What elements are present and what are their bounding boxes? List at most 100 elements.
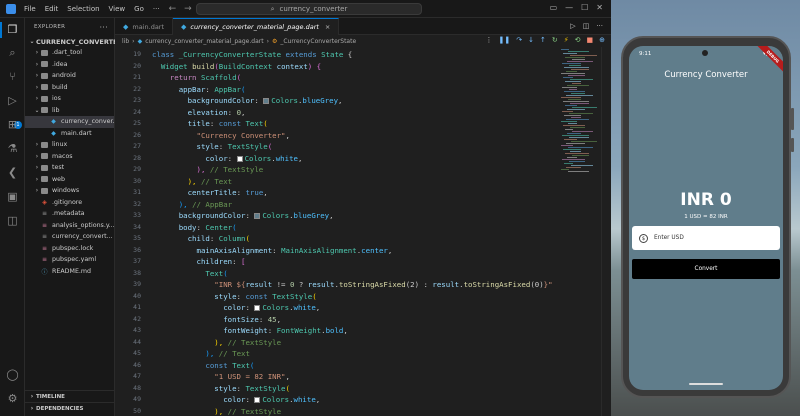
editor-scrollbar[interactable] [601, 47, 611, 416]
explorer-more-icon[interactable]: ··· [99, 23, 108, 32]
remote-explorer-icon[interactable]: ▣ [6, 190, 19, 203]
tree-item[interactable]: ◈ .gitignore [25, 197, 114, 209]
minimap[interactable] [559, 47, 597, 177]
volume-button[interactable] [791, 108, 794, 130]
tree-item[interactable]: › android [25, 70, 114, 82]
tree-item[interactable]: ≡ currency_convert... [25, 231, 114, 243]
color-swatch-icon[interactable] [254, 305, 261, 311]
dependencies-section[interactable]: › DEPENDENCIES [25, 402, 115, 414]
code-line: centerTitle: true, [187, 188, 268, 197]
settings-gear-icon[interactable]: ⚙ [6, 392, 19, 405]
tree-item[interactable]: › linux [25, 139, 114, 151]
step-out-icon[interactable]: ↑ [540, 36, 546, 44]
line-number: 34 [133, 222, 141, 231]
hot-reload-icon[interactable]: ⚡ [564, 36, 569, 44]
tree-item[interactable]: › build [25, 82, 114, 94]
line-number: 31 [133, 188, 141, 196]
maximize-icon[interactable]: ☐ [581, 3, 588, 12]
breadcrumb-file[interactable]: currency_converter_material_page.dart [145, 38, 263, 45]
minimap-line [567, 61, 593, 62]
minimize-icon[interactable]: — [565, 3, 573, 12]
tab-currency-converter-page[interactable]: ◆ currency_converter_material_page.dart … [173, 18, 340, 35]
color-swatch-icon[interactable] [254, 213, 261, 219]
line-number: 20 [133, 61, 141, 70]
tree-item[interactable]: › web [25, 174, 114, 186]
split-editor-icon[interactable]: ◫ [583, 22, 590, 30]
step-into-icon[interactable]: ↓ [528, 36, 534, 44]
menu-go[interactable]: Go [134, 5, 144, 13]
code-editor[interactable]: 19 20 21 22 23 24 25 26 27 28 29 30 31 32 33 34 35 36 37 38… [115, 47, 611, 416]
hot-restart-icon[interactable]: ⟲ [575, 36, 581, 44]
project-root[interactable]: ⌄ CURRENCY_CONVERTER [25, 36, 122, 47]
status-time: 9:11 [639, 50, 652, 57]
color-swatch-icon[interactable] [263, 98, 270, 104]
explorer-icon[interactable]: ❐ [6, 23, 19, 36]
minimap-line [564, 115, 581, 116]
extensions-icon[interactable]: ⊞ [6, 118, 19, 131]
tree-item[interactable]: ≡ .metadata [25, 208, 114, 220]
minimap-line [569, 113, 593, 114]
more-actions-icon[interactable]: ··· [596, 22, 603, 30]
run-file-icon[interactable]: ▷ [570, 22, 575, 30]
pause-icon[interactable]: ❚❚ [498, 36, 510, 44]
breadcrumb-folder[interactable]: lib [122, 38, 129, 45]
back-arrow-icon[interactable]: ← [169, 4, 177, 14]
forward-arrow-icon[interactable]: → [184, 4, 192, 14]
menu-edit[interactable]: Edit [45, 5, 59, 13]
source-control-icon[interactable]: ⑂ [6, 70, 19, 83]
tree-item[interactable]: ◆ currency_conver... [25, 116, 114, 128]
search-view-icon[interactable]: ⌕ [6, 46, 19, 59]
layout-toggle-icon[interactable]: ▭ [550, 3, 558, 12]
tab-close-icon[interactable]: × [325, 23, 330, 31]
tree-item-label: .metadata [52, 210, 85, 218]
stop-icon[interactable]: ■ [587, 36, 594, 44]
ports-icon[interactable]: ◫ [6, 214, 19, 227]
line-number: 46 [133, 360, 141, 369]
command-center-search[interactable]: ⌕ currency_converter [196, 3, 422, 15]
tree-item[interactable]: ◆ main.dart [25, 128, 114, 140]
step-over-icon[interactable]: ↷ [516, 36, 522, 44]
tree-item[interactable]: › windows [25, 185, 114, 197]
line-number: 38 [133, 268, 141, 277]
dart-file-icon: ◆ [51, 129, 56, 137]
tree-item[interactable]: › test [25, 162, 114, 174]
restart-icon[interactable]: ↻ [552, 36, 558, 44]
breadcrumb-symbol[interactable]: _CurrencyConverterState [280, 38, 356, 45]
color-swatch-icon[interactable] [236, 155, 243, 162]
minimap-line [562, 111, 573, 112]
tree-item[interactable]: ⌄ lib [25, 105, 114, 117]
chevron-down-icon: ⌄ [29, 38, 35, 45]
tree-item[interactable]: ≡ analysis_options.y... [25, 220, 114, 232]
power-button[interactable] [791, 138, 794, 152]
tree-item[interactable]: ≡ pubspec.lock [25, 243, 114, 255]
close-icon[interactable]: ✕ [596, 3, 603, 12]
run-debug-icon[interactable]: ▷ [6, 94, 19, 107]
gesture-nav-bar[interactable] [629, 378, 783, 390]
drag-handle-icon[interactable]: ⋮ [485, 36, 492, 44]
tree-item[interactable]: › macos [25, 151, 114, 163]
testing-icon[interactable]: ⚗ [6, 142, 19, 155]
menu-selection[interactable]: Selection [67, 5, 99, 13]
usd-amount-input[interactable]: $ Enter USD [632, 226, 780, 250]
account-icon[interactable]: ◯ [6, 368, 19, 381]
devtools-icon[interactable]: ⊕ [599, 36, 605, 44]
minimap-line [562, 87, 577, 88]
tree-item[interactable]: ≡ pubspec.yaml [25, 254, 114, 266]
menu-file[interactable]: File [24, 5, 36, 13]
tree-item[interactable]: › .dart_tool [25, 47, 114, 59]
tree-item[interactable]: › ios [25, 93, 114, 105]
menu-more[interactable]: ··· [153, 5, 160, 13]
tree-item-label: android [52, 72, 76, 80]
tab-main-dart[interactable]: ◆ main.dart [115, 18, 174, 35]
convert-button[interactable]: Convert [632, 259, 780, 279]
flutter-icon[interactable]: ❮ [6, 166, 19, 179]
folder-icon [41, 72, 48, 79]
timeline-section[interactable]: › TIMELINE [25, 390, 115, 402]
tree-item[interactable]: ⓘ README.md [25, 266, 114, 278]
tree-item-label: main.dart [61, 129, 92, 137]
color-swatch-icon[interactable] [254, 397, 261, 403]
home-indicator[interactable] [689, 383, 723, 385]
menu-view[interactable]: View [109, 5, 126, 13]
minimap-line [571, 165, 593, 166]
tree-item[interactable]: › .idea [25, 59, 114, 71]
